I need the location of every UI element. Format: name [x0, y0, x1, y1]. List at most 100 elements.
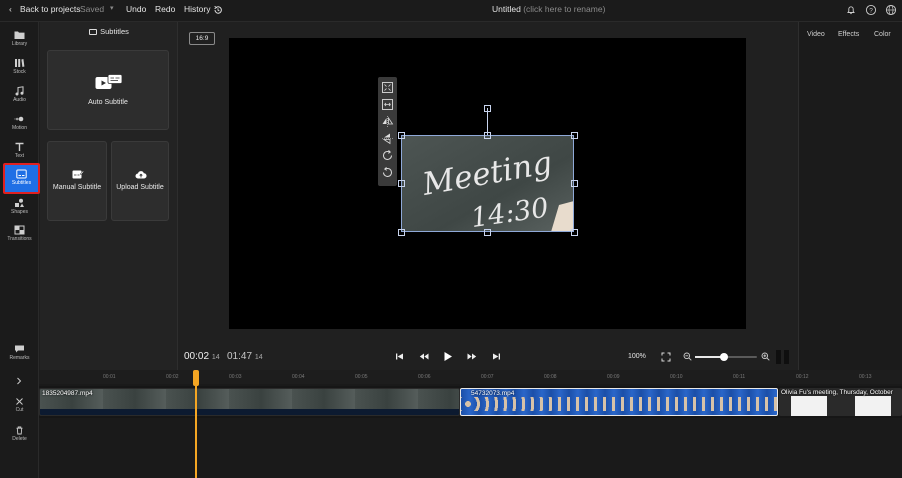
rail-remarks-label: Remarks [9, 355, 30, 361]
flip-vertical-icon[interactable] [381, 132, 394, 145]
rotate-handle[interactable] [484, 105, 491, 112]
resize-handle-b[interactable] [484, 229, 491, 236]
project-title-text[interactable]: Untitled [492, 4, 521, 14]
tick-label: 00:07 [481, 374, 494, 380]
zoom-percent[interactable]: 100% [628, 353, 646, 360]
tick-label: 00:10 [670, 374, 683, 380]
resize-handle-br[interactable] [571, 229, 578, 236]
upload-subtitle-label: Upload Subtitle [116, 184, 164, 191]
motion-icon [14, 116, 24, 122]
tick-label: 00:02 [166, 374, 179, 380]
panel-toggle-left[interactable] [776, 350, 781, 364]
rail-motion-label: Motion [11, 125, 27, 131]
redo-button[interactable]: Redo [155, 4, 175, 14]
flip-horizontal-icon[interactable] [381, 115, 394, 128]
rail-shapes-label: Shapes [11, 209, 28, 215]
upload-subtitle-card[interactable]: Upload Subtitle [111, 141, 169, 221]
zoom-in-icon[interactable] [761, 352, 770, 361]
rotate-left-icon[interactable] [381, 166, 394, 179]
current-time-value: 00:02 [184, 351, 210, 362]
play-icon[interactable] [443, 351, 453, 362]
tick-label: 00:05 [355, 374, 368, 380]
remarks-icon [15, 345, 24, 353]
rail-shapes[interactable]: Shapes [0, 196, 39, 222]
fast-forward-icon[interactable] [467, 352, 477, 361]
resize-handle-l[interactable] [398, 180, 405, 187]
selection-frame[interactable] [401, 135, 574, 232]
rail-library-label: Library [11, 41, 28, 47]
zoom-slider-thumb[interactable] [720, 353, 728, 361]
playhead[interactable] [195, 370, 197, 478]
back-to-projects-link[interactable]: Back to projects [20, 4, 80, 14]
resize-handle-r[interactable] [571, 180, 578, 187]
timeline-clip-1[interactable]: 1835204987.mp4 [39, 388, 460, 416]
rail-library[interactable]: Library [0, 28, 39, 54]
tick-label: 00:12 [796, 374, 809, 380]
expand-chevron-icon[interactable] [15, 377, 23, 385]
rail-subtitles-label: Subtitles [11, 180, 32, 186]
fullscreen-icon[interactable] [661, 352, 671, 362]
rail-subtitles[interactable]: Subtitles [3, 163, 40, 194]
zoom-slider-track[interactable] [695, 353, 757, 361]
playhead-handle[interactable] [193, 370, 199, 386]
clip-1-name: 1835204987.mp4 [42, 390, 93, 397]
project-title[interactable]: Untitled (click here to rename) [492, 4, 605, 14]
resize-handle-tr[interactable] [571, 132, 578, 139]
tab-color[interactable]: Color [874, 31, 891, 38]
total-time-frames: 14 [254, 354, 263, 361]
tab-effects[interactable]: Effects [838, 31, 859, 38]
tick-label: 00:08 [544, 374, 557, 380]
skip-end-icon[interactable] [492, 352, 501, 361]
timeline-clip-2[interactable]: 54732073.mp4 [460, 388, 778, 416]
panel-header: Subtitles [40, 27, 178, 36]
clip-3-thumb-2 [855, 396, 891, 416]
rail-transitions-label: Transitions [7, 236, 32, 242]
skip-start-icon[interactable] [395, 352, 404, 361]
left-tool-rail: Library Stock Audio Motion Text Subtitle… [0, 22, 40, 370]
clip-3-thumb-1 [791, 396, 827, 416]
globe-icon[interactable] [885, 4, 897, 16]
subtitles-header-icon [89, 29, 98, 36]
saved-dropdown-icon[interactable]: ▾ [110, 4, 114, 12]
zoom-out-icon[interactable] [683, 352, 692, 361]
resize-handle-t[interactable] [484, 132, 491, 139]
manual-subtitle-card[interactable]: Manual Subtitle [47, 141, 107, 221]
audio-waveform [40, 409, 459, 415]
back-chevron-icon[interactable]: ‹ [9, 4, 12, 14]
fill-icon[interactable] [381, 98, 394, 111]
panel-title: Subtitles [100, 27, 129, 36]
clip-2-name: 54732073.mp4 [471, 390, 515, 397]
bell-icon[interactable] [845, 4, 857, 16]
rewind-icon[interactable] [419, 352, 429, 361]
shapes-icon [15, 198, 24, 207]
rail-audio[interactable]: Audio [0, 84, 39, 110]
tick-label: 00:01 [103, 374, 116, 380]
rail-stock[interactable]: Stock [0, 56, 39, 82]
tab-video[interactable]: Video [807, 31, 825, 38]
music-note-icon [15, 86, 24, 96]
rename-hint[interactable]: (click here to rename) [523, 4, 605, 14]
timeline-tools: Cut Delete [0, 370, 39, 478]
fit-icon[interactable] [381, 81, 394, 94]
trash-icon[interactable] [15, 426, 24, 435]
resize-handle-bl[interactable] [398, 229, 405, 236]
manual-subtitle-icon [72, 170, 84, 179]
rail-remarks[interactable]: Remarks [0, 342, 39, 368]
auto-subtitle-icon [95, 74, 123, 89]
undo-button[interactable]: Undo [126, 4, 146, 14]
resize-handle-tl[interactable] [398, 132, 405, 139]
panel-toggle-right[interactable] [784, 350, 789, 364]
history-button[interactable]: History [184, 4, 210, 14]
rail-stock-label: Stock [13, 69, 26, 75]
history-icon[interactable] [212, 4, 224, 16]
aspect-ratio-button[interactable]: 16:9 [189, 32, 215, 45]
folder-icon [14, 31, 25, 39]
timeline-clip-3[interactable]: Olivia Fu's meeting, Thursday, October [779, 388, 902, 416]
rotate-right-icon[interactable] [381, 149, 394, 162]
help-icon[interactable]: ? [865, 4, 877, 16]
cut-icon[interactable] [15, 397, 24, 406]
auto-subtitle-card[interactable]: Auto Subtitle [47, 50, 169, 130]
rail-motion[interactable]: Motion [0, 112, 39, 138]
tick-label: 00:11 [733, 374, 746, 380]
rail-transitions[interactable]: Transitions [0, 223, 39, 249]
